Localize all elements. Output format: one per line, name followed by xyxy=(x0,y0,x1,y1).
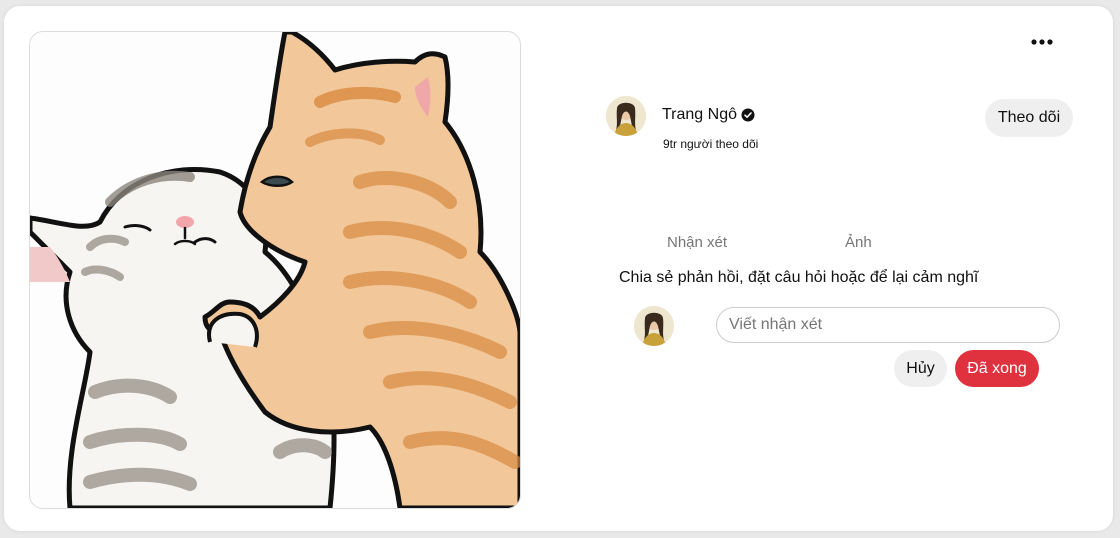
follower-count: 9tr người theo dõi xyxy=(663,137,759,151)
cancel-button[interactable]: Hủy xyxy=(894,350,947,387)
current-user-avatar xyxy=(634,306,674,346)
cats-hugging-illustration xyxy=(30,32,520,508)
tab-photos[interactable]: Ảnh xyxy=(845,234,872,251)
verified-check-icon xyxy=(741,108,755,122)
done-button[interactable]: Đã xong xyxy=(955,350,1039,387)
avatar-image xyxy=(634,306,674,346)
pin-image[interactable] xyxy=(29,31,521,509)
author-avatar[interactable] xyxy=(606,96,646,136)
more-options-button[interactable] xyxy=(1026,30,1058,54)
tab-comments[interactable]: Nhận xét xyxy=(667,234,727,251)
author-name-row[interactable]: Trang Ngô xyxy=(662,106,755,124)
follow-button[interactable]: Theo dõi xyxy=(985,99,1073,137)
comments-prompt: Chia sẻ phản hồi, đặt câu hỏi hoặc để lạ… xyxy=(619,269,979,286)
author-name[interactable]: Trang Ngô xyxy=(662,106,737,124)
pin-card: Trang Ngô 9tr người theo dõi Theo dõi Nh… xyxy=(4,6,1113,531)
comment-input[interactable] xyxy=(716,307,1060,343)
more-horizontal-icon xyxy=(1031,39,1053,45)
avatar-image xyxy=(606,96,646,136)
